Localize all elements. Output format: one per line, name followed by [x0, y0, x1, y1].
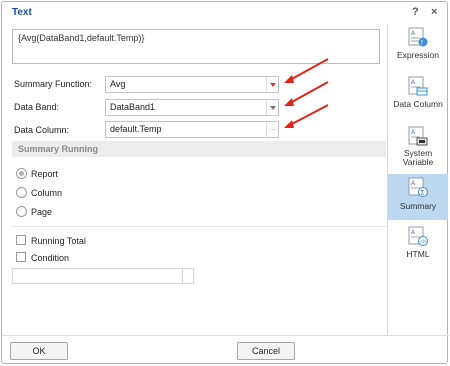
running-total-checkbox[interactable]	[16, 235, 26, 245]
svg-text:</>: </>	[420, 239, 427, 244]
close-button[interactable]: ×	[431, 6, 437, 18]
data-band-label: Data Band:	[14, 102, 60, 112]
running-total-label[interactable]: Running Total	[31, 236, 86, 246]
sidebar-item-expression[interactable]: A f Expression	[388, 27, 448, 67]
condition-input[interactable]	[12, 268, 184, 284]
html-icon: A </>	[408, 226, 428, 246]
svg-text:A: A	[411, 80, 415, 86]
system-variable-icon: A	[408, 126, 428, 146]
report-radio[interactable]	[16, 168, 27, 179]
sidebar-label-data-column: Data Column	[393, 99, 443, 109]
page-radio-label[interactable]: Page	[31, 207, 52, 217]
condition-label[interactable]: Condition	[31, 253, 69, 263]
sidebar-label-html: HTML	[406, 249, 430, 259]
svg-text:Σ: Σ	[421, 191, 425, 197]
dialog-title: Text	[12, 7, 32, 18]
condition-browse-button[interactable]	[182, 268, 194, 284]
page-radio[interactable]	[16, 206, 27, 217]
svg-text:A: A	[411, 31, 415, 37]
summary-function-dropdown[interactable]: Avg	[105, 76, 279, 93]
column-radio-label[interactable]: Column	[31, 188, 62, 198]
sidebar-item-summary[interactable]: A Σ Summary	[388, 174, 448, 220]
data-band-dropdown[interactable]: DataBand1	[105, 99, 279, 116]
ok-button[interactable]: OK	[10, 342, 68, 360]
chevron-down-icon[interactable]	[266, 77, 278, 92]
svg-text:A: A	[411, 181, 415, 187]
data-column-icon: A	[408, 76, 428, 96]
svg-text:A: A	[411, 130, 415, 136]
summary-function-value: Avg	[110, 79, 126, 89]
sidebar-label-summary: Summary	[399, 201, 437, 211]
summary-running-title: Summary Running	[18, 144, 99, 154]
data-column-field[interactable]: default.Temp ...	[105, 121, 279, 138]
sidebar-item-system-variable[interactable]: A System Variable	[388, 126, 448, 174]
title-bar: Text ? ×	[2, 2, 449, 24]
sidebar-item-data-column[interactable]: A Data Column	[388, 76, 448, 116]
sidebar-label-system-variable: System Variable	[402, 148, 434, 167]
divider	[12, 226, 386, 227]
data-band-value: DataBand1	[110, 102, 156, 112]
data-column-label: Data Column:	[14, 125, 70, 135]
summary-icon: A Σ	[408, 177, 428, 197]
chevron-down-icon[interactable]	[266, 100, 278, 115]
condition-checkbox[interactable]	[16, 252, 26, 262]
svg-text:A: A	[411, 230, 415, 236]
annotation-arrows	[284, 58, 329, 128]
column-radio[interactable]	[16, 187, 27, 198]
sidebar-label-expression: Expression	[396, 50, 440, 60]
text-dialog: Text ? × {Avg(DataBand1,default.Temp)} S…	[1, 1, 449, 364]
summary-function-label: Summary Function:	[14, 79, 93, 89]
summary-running-header: Summary Running	[12, 141, 386, 157]
footer-divider	[2, 335, 449, 336]
help-button[interactable]: ?	[412, 6, 419, 18]
expression-icon: A f	[408, 27, 428, 47]
report-radio-label[interactable]: Report	[31, 169, 58, 179]
browse-button[interactable]: ...	[266, 122, 278, 137]
sidebar-item-html[interactable]: A </> HTML	[388, 226, 448, 266]
data-column-value: default.Temp	[110, 124, 162, 134]
cancel-button[interactable]: Cancel	[237, 342, 295, 360]
